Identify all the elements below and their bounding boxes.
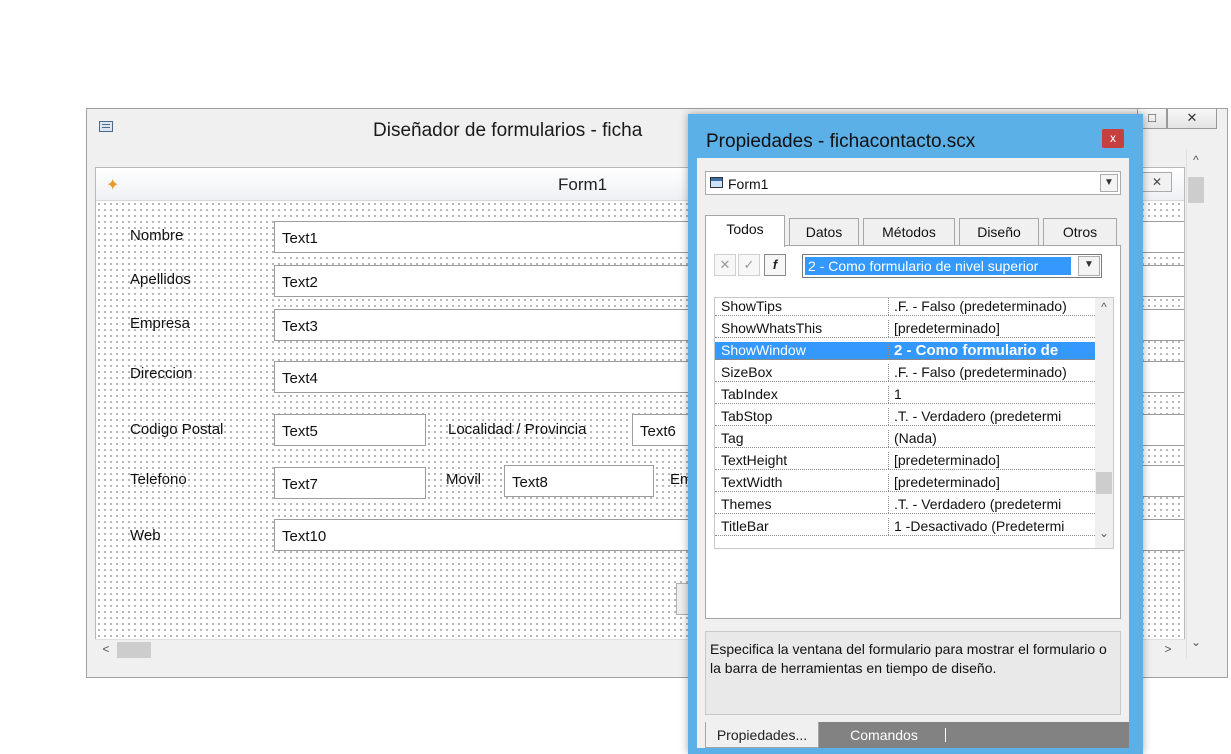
property-row[interactable]: Tag (Nada) (715, 430, 1095, 448)
property-name: ShowWindow (721, 342, 806, 358)
property-name: SizeBox (721, 364, 773, 380)
accept-icon[interactable]: ✓ (738, 254, 760, 276)
property-value: .T. - Verdadero (predetermi (894, 408, 1062, 424)
property-name: TextWidth (721, 474, 783, 490)
label-telefono[interactable]: Telefono (130, 471, 187, 488)
property-grid-scroll-thumb[interactable] (1096, 472, 1112, 494)
tab-metodos[interactable]: Métodos (863, 218, 955, 246)
property-value: 1 (894, 386, 902, 402)
form-designer-icon (99, 121, 113, 132)
horizontal-scroll-thumb[interactable] (117, 642, 151, 658)
properties-close-button[interactable]: x (1102, 129, 1124, 148)
properties-body: Form1 ▼ Todos Datos Métodos Diseño Otros… (697, 158, 1129, 748)
scroll-right-icon[interactable]: > (1159, 642, 1177, 656)
property-row[interactable]: TabStop .T. - Verdadero (predetermi (715, 408, 1095, 426)
tab-otros[interactable]: Otros (1043, 218, 1117, 246)
property-name: TabStop (721, 408, 773, 424)
property-value: 2 - Como formulario de (894, 342, 1059, 359)
foxpro-icon: ✦ (106, 177, 120, 194)
tab-todos[interactable]: Todos (705, 215, 785, 247)
property-name: Themes (721, 496, 772, 512)
form1-title: Form1 (558, 175, 608, 194)
property-row[interactable]: SizeBox .F. - Falso (predeterminado) (715, 364, 1095, 382)
object-selector-value: Form1 (728, 176, 769, 192)
property-description: Especifica la ventana del formulario par… (705, 631, 1121, 715)
textbox-text5[interactable]: Text5 (274, 414, 426, 446)
property-value: (Nada) (894, 430, 937, 446)
object-selector[interactable]: Form1 ▼ (705, 171, 1121, 195)
scroll-left-icon[interactable]: < (97, 642, 115, 656)
properties-window: Propiedades - fichacontacto.scx x Form1 … (688, 114, 1143, 754)
label-localidad-provincia[interactable]: Localidad / Provincia (448, 421, 586, 438)
tab-propiedades[interactable]: Propiedades... (705, 722, 819, 748)
property-value-selected: 2 - Como formulario de nivel superior (805, 257, 1071, 275)
property-row[interactable]: TextHeight [predeterminado] (715, 452, 1095, 470)
property-value: .F. - Falso (predeterminado) (894, 298, 1067, 314)
scroll-up-icon[interactable]: ^ (1187, 153, 1205, 167)
property-row[interactable]: TabIndex 1 (715, 386, 1095, 404)
label-apellidos[interactable]: Apellidos (130, 271, 191, 288)
tab-comandos[interactable]: Comandos (829, 722, 939, 748)
tab-datos[interactable]: Datos (789, 218, 859, 246)
function-icon[interactable]: f (764, 254, 786, 276)
property-row[interactable]: ShowWhatsThis [predeterminado] (715, 320, 1095, 338)
property-row[interactable]: Themes .T. - Verdadero (predetermi (715, 496, 1095, 514)
tab-diseno[interactable]: Diseño (959, 218, 1039, 246)
label-codigo-postal[interactable]: Codigo Postal (130, 421, 223, 438)
textbox-text8[interactable]: Text8 (504, 465, 654, 497)
property-name: TitleBar (721, 518, 769, 534)
label-direccion[interactable]: Direccion (130, 365, 193, 382)
chevron-down-icon[interactable]: ▼ (1100, 174, 1118, 192)
label-empresa[interactable]: Empresa (130, 315, 190, 332)
designer-title: Diseñador de formularios - ficha (373, 120, 643, 141)
property-value: [predeterminado] (894, 320, 1000, 336)
property-name: ShowTips (721, 298, 782, 314)
scroll-up-icon[interactable]: ^ (1095, 300, 1113, 314)
property-row[interactable]: ShowTips .F. - Falso (predeterminado) (715, 298, 1095, 316)
scroll-down-icon[interactable]: ⌄ (1095, 526, 1113, 540)
properties-tab-panel: ✕ ✓ f 2 - Como formulario de nivel super… (705, 245, 1121, 619)
property-grid[interactable]: ShowTips .F. - Falso (predeterminado) Sho… (714, 297, 1114, 549)
form-icon (710, 177, 723, 188)
property-name: TabIndex (721, 386, 778, 402)
form1-close-button[interactable]: ✕ (1142, 172, 1172, 192)
property-row-selected[interactable]: ShowWindow 2 - Como formulario de (715, 342, 1095, 360)
label-nombre[interactable]: Nombre (130, 227, 183, 244)
property-row[interactable]: TextWidth [predeterminado] (715, 474, 1095, 492)
label-movil[interactable]: Movil (446, 471, 481, 488)
properties-title: Propiedades - fichacontacto.scx (706, 131, 976, 152)
properties-tabs: Todos Datos Métodos Diseño Otros (705, 215, 1121, 247)
property-name: ShowWhatsThis (721, 320, 823, 336)
tab-separator (945, 728, 946, 742)
vertical-scrollbar[interactable]: ^ ⌄ (1186, 149, 1205, 659)
chevron-down-icon[interactable]: ▼ (1078, 256, 1100, 276)
close-button[interactable]: ✕ (1167, 109, 1217, 129)
label-web[interactable]: Web (130, 527, 161, 544)
property-value: .F. - Falso (predeterminado) (894, 364, 1067, 380)
scroll-down-icon[interactable]: ⌄ (1187, 635, 1205, 649)
property-value: [predeterminado] (894, 452, 1000, 468)
textbox-text7[interactable]: Text7 (274, 467, 426, 499)
property-grid-scrollbar[interactable]: ^ ⌄ (1095, 298, 1113, 548)
property-row[interactable]: TitleBar 1 -Desactivado (Predetermi (715, 518, 1095, 536)
property-value: [predeterminado] (894, 474, 1000, 490)
property-value-combo[interactable]: 2 - Como formulario de nivel superior ▼ (802, 254, 1102, 278)
property-value: 1 -Desactivado (Predetermi (894, 518, 1065, 534)
property-name: TextHeight (721, 452, 788, 468)
bottom-tabs: Propiedades... Comandos (705, 722, 1129, 748)
property-value: .T. - Verdadero (predetermi (894, 496, 1062, 512)
property-name: Tag (721, 430, 744, 446)
vertical-scroll-thumb[interactable] (1188, 177, 1204, 203)
cancel-icon[interactable]: ✕ (714, 254, 736, 276)
